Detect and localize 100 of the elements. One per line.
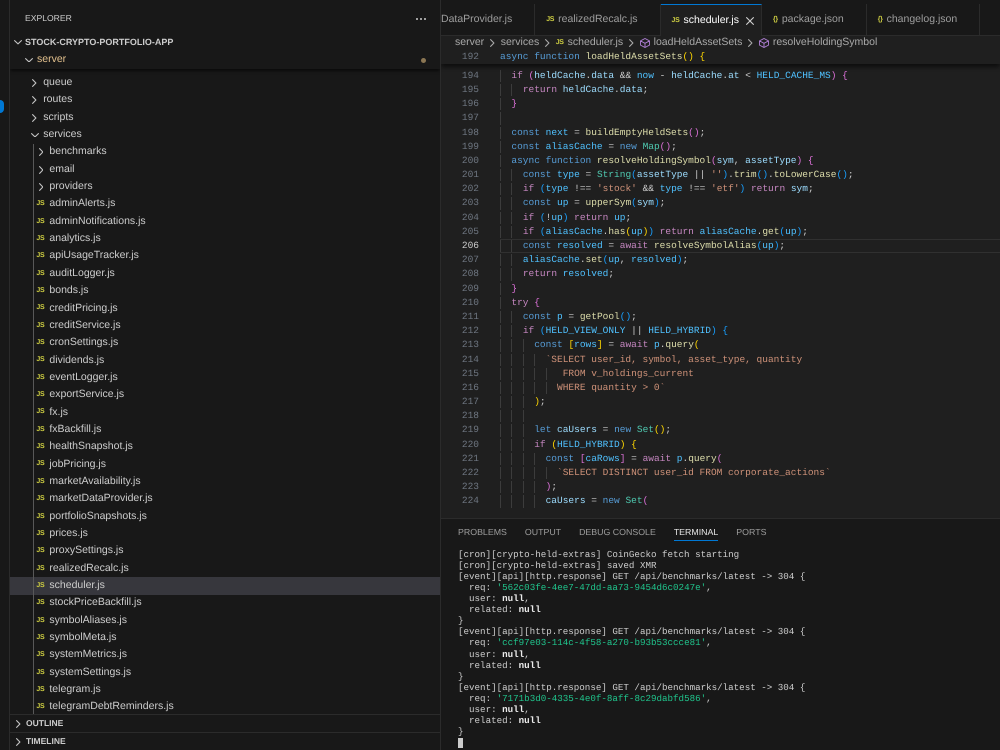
line-number: 215 — [460, 366, 479, 381]
terminal-line: req: '7171b3d0-4335-4e0f-8aff-8c29dabfd586', — [469, 692, 712, 705]
terminal-line: [cron][crypto-held-extras] CoinGecko fetch starting — [458, 548, 740, 561]
terminal-line: user: null, — [469, 648, 530, 661]
project-header[interactable]: STOCK-CRYPTO-PORTFOLIO-APP — [10, 34, 440, 52]
code-line: let caUsers = new Set(); — [534, 423, 672, 438]
terminal-line: [event][api][http.response] GET /api/benchmarks/latest -> 304 { — [458, 570, 806, 583]
line-number: 224 — [460, 494, 479, 508]
code-line: if (type !== 'stock' && type !== 'etf') return sym; — [522, 182, 814, 196]
line-number: 203 — [460, 196, 479, 210]
terminal-line: user: null, — [469, 703, 530, 716]
code-line: } — [511, 282, 518, 296]
code-line: const up = upperSym(sym); — [522, 196, 666, 210]
line-number: 218 — [460, 409, 479, 424]
terminal-line: [event][api][http.response] GET /api/benchmarks/latest -> 304 { — [458, 625, 806, 638]
section-header[interactable]: TIMELINE — [10, 732, 440, 750]
folder-item[interactable]: queue — [10, 74, 440, 92]
line-number: 199 — [460, 140, 479, 154]
editor-tab[interactable]: DataProvider.js — [441, 4, 536, 36]
code-line: `SELECT DISTINCT user_id FROM corporate_actions` — [557, 466, 831, 480]
code-line: const p = getPool(); — [522, 310, 637, 324]
line-number: 207 — [460, 253, 479, 268]
line-number: 200 — [460, 154, 479, 168]
code-line: async function resolveHoldingSymbol(sym, assetType) { — [511, 154, 814, 168]
code-line: ); — [546, 480, 558, 494]
code-line: const type = String(assetType || '').trim().toLowerCase(); — [522, 168, 854, 182]
panel-tab[interactable]: PORTS — [736, 525, 766, 541]
terminal-line: related: null — [469, 714, 541, 728]
folder-item[interactable]: providers — [10, 178, 440, 196]
code-line: WHERE quantity > 0` — [557, 380, 666, 395]
code-line: if (HELD_HYBRID) { — [534, 438, 637, 452]
notification-badge-icon — [0, 100, 4, 113]
line-number: 213 — [460, 338, 479, 352]
panel-tab[interactable]: DEBUG CONSOLE — [579, 525, 656, 541]
line-number: 214 — [460, 352, 479, 366]
code-line: const [caRows] = await p.query( — [546, 452, 722, 466]
terminal-line: req: 'ccf97e03-114c-4f58-a270-b93b53ccce81', — [469, 636, 712, 650]
line-number: 219 — [460, 423, 479, 438]
line-number: 198 — [460, 126, 479, 140]
line-number: 194 — [460, 68, 479, 83]
line-number: 195 — [460, 82, 479, 97]
line-number: 216 — [460, 380, 479, 395]
cube-icon — [640, 38, 650, 48]
terminal-line: user: null, — [469, 592, 530, 605]
line-number: 209 — [460, 282, 479, 296]
line-number: 212 — [460, 324, 479, 338]
line-number: 217 — [460, 395, 479, 410]
line-number: 220 — [460, 438, 479, 452]
line-number: 210 — [460, 296, 479, 310]
code-line: const [rows] = await p.query( — [534, 338, 700, 352]
panel-tab[interactable]: TERMINAL — [674, 525, 718, 541]
terminal-line: } — [458, 670, 464, 683]
terminal-line: req: '562c03fe-4ee7-47dd-aa73-9454d6c0247e', — [469, 581, 712, 594]
code-line: if (HELD_VIEW_ONLY || HELD_HYBRID) { — [522, 324, 728, 338]
breadcrumb-item[interactable]: loadHeldAssetSets — [640, 35, 742, 51]
breadcrumb-item[interactable]: server — [455, 35, 484, 51]
line-number: 202 — [460, 182, 479, 196]
breadcrumb-item[interactable]: resolveHoldingSymbol — [758, 35, 878, 51]
folder-item[interactable]: scripts — [10, 108, 440, 126]
line-number: 205 — [460, 224, 479, 239]
folder-item[interactable]: services — [10, 126, 440, 144]
close-icon[interactable] — [746, 16, 754, 24]
line-number: 223 — [460, 480, 479, 494]
line-number: 211 — [460, 310, 479, 324]
code-line: return heldCache.data; — [522, 82, 648, 97]
code-line: if (!up) return up; — [522, 210, 632, 225]
code-line: const next = buildEmptyHeldSets(); — [511, 126, 706, 140]
panel-tab[interactable]: PROBLEMS — [458, 525, 507, 541]
code-line: if (heldCache.data && now - heldCache.at < HELD_CACHE_MS) { — [511, 68, 848, 83]
code-line: try { — [511, 296, 540, 310]
terminal-line: [cron][crypto-held-extras] saved XMR — [458, 559, 656, 572]
line-number: 196 — [460, 97, 479, 112]
terminal-line: related: null — [469, 603, 541, 617]
line-number: 204 — [460, 210, 479, 225]
chevron-right-icon — [629, 39, 634, 47]
code-line: ); — [534, 395, 546, 410]
folder-item[interactable]: routes — [10, 92, 440, 109]
code-line: if (aliasCache.has(up)) return aliasCache.get(up); — [522, 224, 808, 239]
line-number: 222 — [460, 466, 479, 480]
chevron-right-icon — [545, 39, 550, 47]
code-line: const resolved = await resolveSymbolAlias(up); — [522, 239, 786, 253]
line-number: 201 — [460, 168, 479, 182]
folder-item[interactable]: benchmarks — [10, 144, 440, 161]
panel-tab[interactable]: OUTPUT — [524, 525, 562, 541]
breadcrumb-item[interactable]: services — [500, 35, 540, 51]
folder-item[interactable]: email — [10, 160, 440, 178]
terminal-line: } — [458, 614, 464, 627]
section-header[interactable]: OUTLINE — [10, 714, 440, 732]
code-line: aliasCache.set(up, resolved); — [522, 253, 688, 268]
line-number: 206 — [460, 239, 479, 253]
code-line: `SELECT user_id, symbol, asset_type, quantity — [546, 352, 802, 366]
code-line: async function loadHeldAssetSets() { — [500, 50, 706, 64]
line-number: 197 — [460, 111, 479, 126]
code-line: caUsers = new Set( — [546, 494, 648, 508]
folder-item[interactable]: server — [10, 51, 440, 69]
cube-icon — [758, 38, 769, 48]
terminal-line: } — [458, 725, 464, 739]
chevron-right-icon — [748, 39, 753, 47]
code-line: FROM v_holdings_current — [562, 366, 694, 381]
chevron-right-icon — [490, 39, 495, 47]
